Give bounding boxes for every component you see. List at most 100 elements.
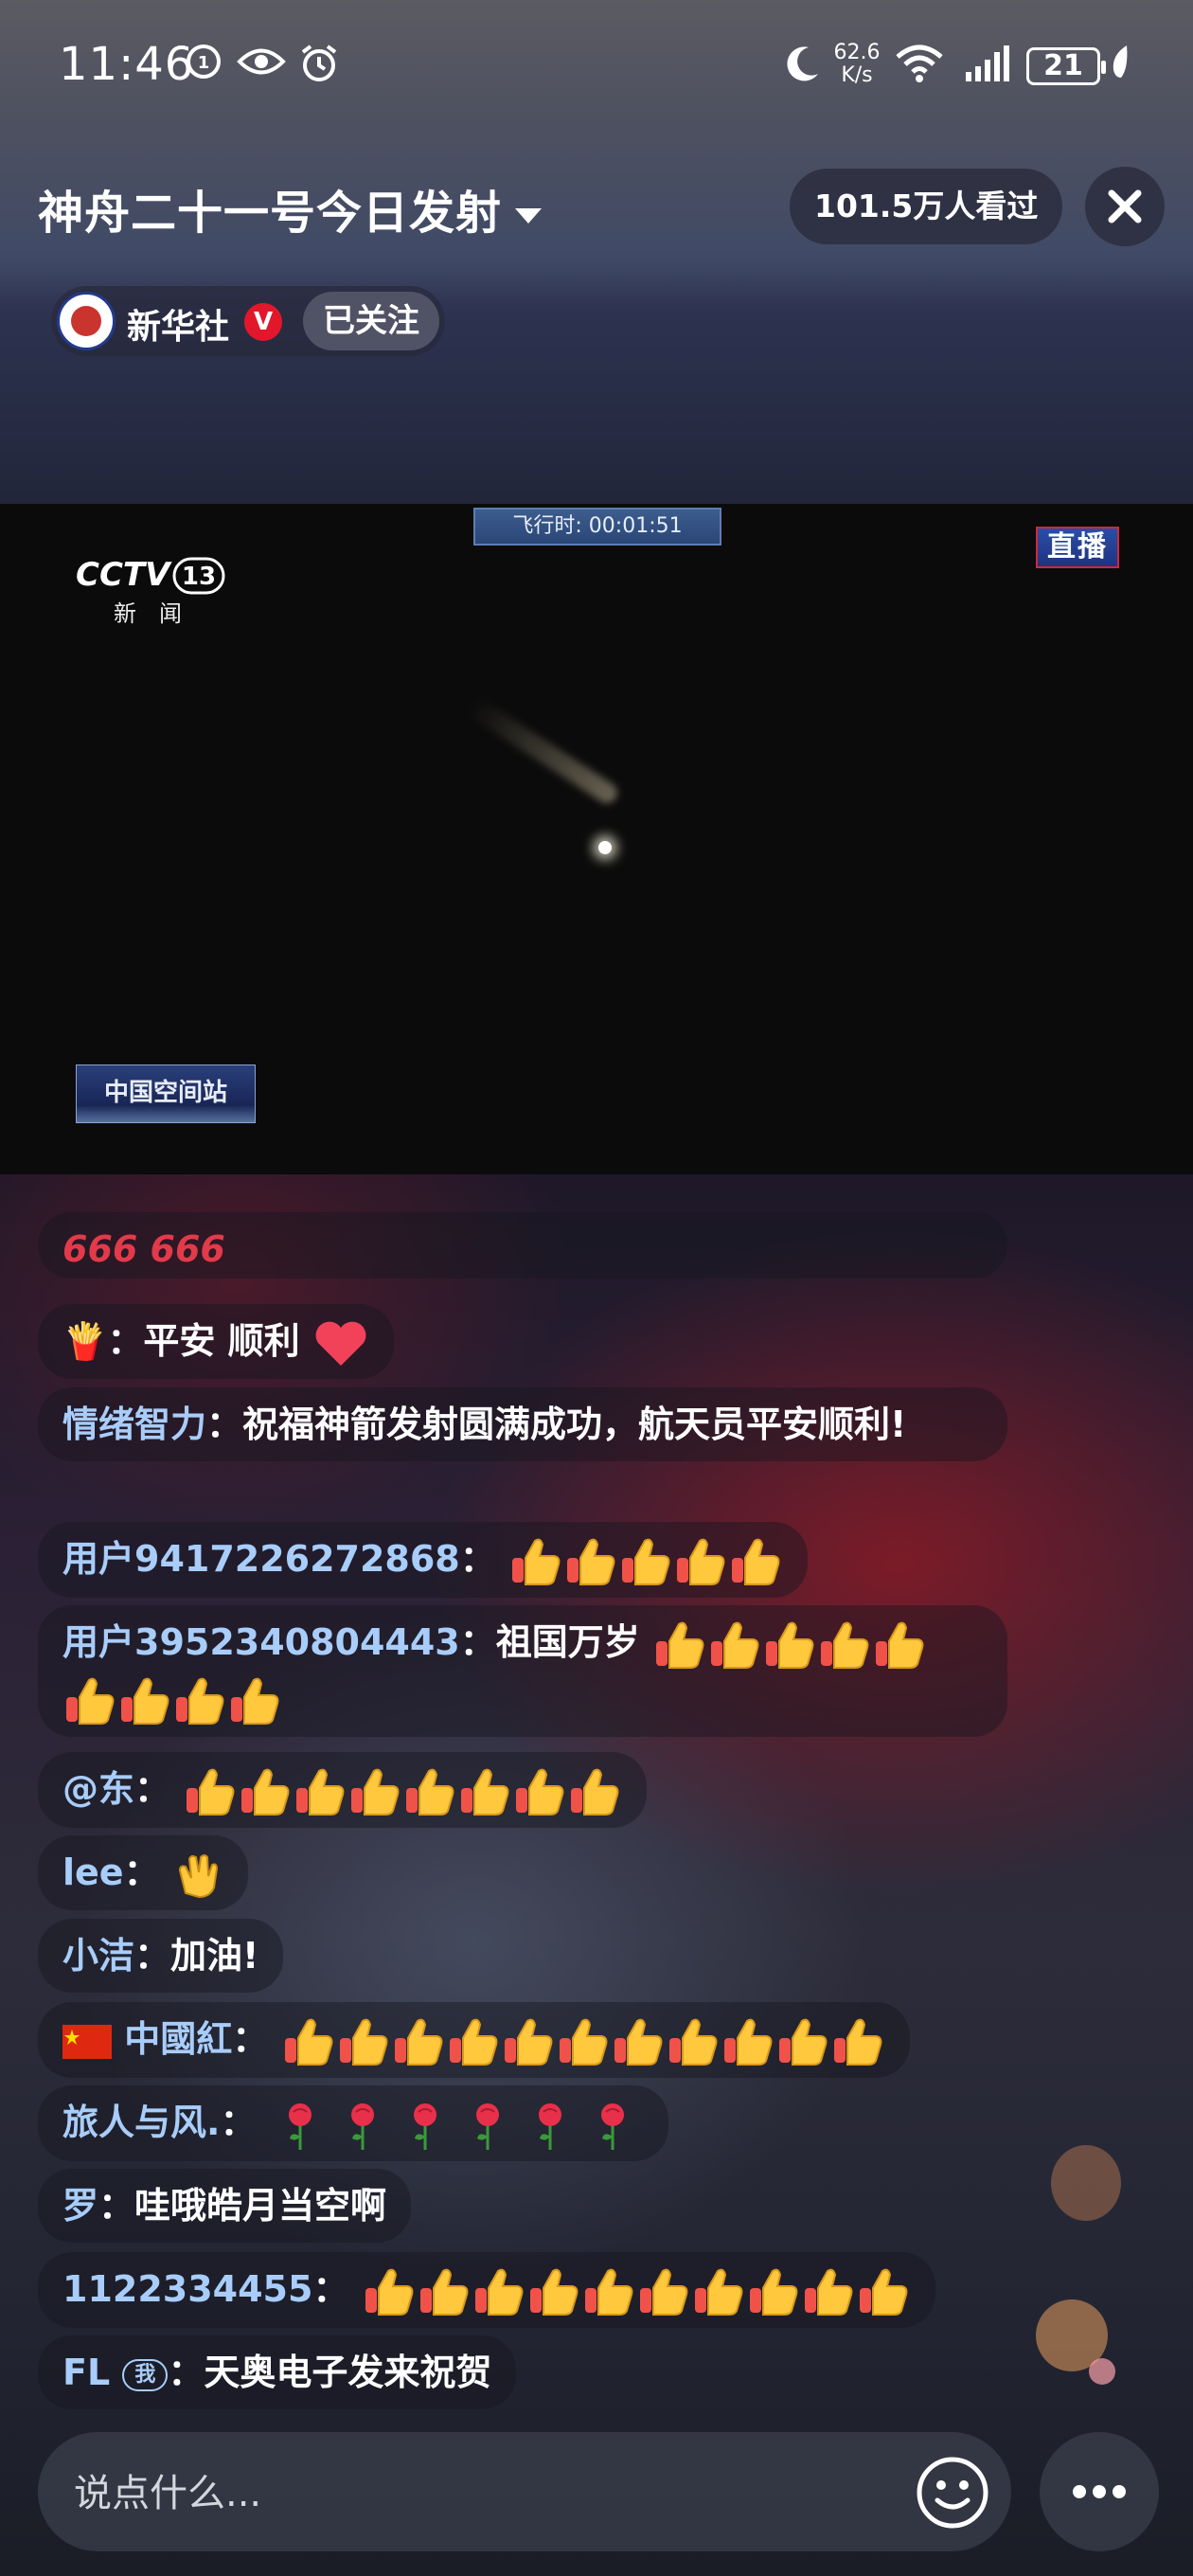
thumbs-up-icon xyxy=(614,2018,662,2066)
rocket-trail xyxy=(467,696,621,808)
channel-name[interactable]: 新华社 xyxy=(127,299,229,349)
leaf-icon xyxy=(1113,45,1128,78)
thumbs-up-icon xyxy=(731,1538,780,1585)
live-video-player[interactable]: 飞行时: 00:01:51 直播 CCTV 13 新闻 中国空间站 xyxy=(0,504,1193,1174)
thumbs-up-icon xyxy=(474,2268,524,2316)
heart-icon xyxy=(315,1321,366,1366)
chat-message: 旅人与风.： xyxy=(38,2085,668,2161)
rose-icon xyxy=(538,2102,561,2150)
comment-input[interactable]: 说点什么... xyxy=(74,2462,261,2517)
chat-username[interactable]: 罗 xyxy=(62,2185,98,2227)
thumbs-up-emoji-group xyxy=(508,1538,783,1585)
emoji-smile-icon[interactable] xyxy=(915,2455,990,2531)
chat-text: 666 666 xyxy=(62,1228,225,1270)
thumbs-up-icon xyxy=(121,1677,169,1725)
notification-badge-icon: 1 xyxy=(187,45,221,79)
rose-icon xyxy=(600,2102,624,2150)
rose-icon xyxy=(413,2102,436,2150)
chat-username[interactable]: 1122334455 xyxy=(62,2268,312,2310)
status-bar: 11:46 1 62.6 K/s 21 xyxy=(0,0,1193,133)
chat-message: lee： xyxy=(38,1835,248,1910)
net-speed-value: 62.6 xyxy=(833,41,881,64)
cctv-subtitle: 新闻 xyxy=(114,600,205,627)
thumbs-up-icon xyxy=(676,1538,725,1585)
net-speed: 62.6 K/s xyxy=(833,42,881,87)
chat-message: 小洁：加油! xyxy=(38,1919,284,1993)
thumbs-up-icon xyxy=(749,2268,798,2316)
chat-username[interactable]: 中國紅 xyxy=(124,2018,232,2060)
thumbs-up-icon xyxy=(231,1677,279,1725)
floating-like-bubble xyxy=(1089,2358,1115,2385)
chat-message: 中國紅： xyxy=(38,2002,910,2078)
thumbs-up-icon xyxy=(365,2268,414,2316)
comment-input-bar[interactable]: 说点什么... xyxy=(38,2432,1011,2551)
battery-indicator: 21 xyxy=(1026,47,1106,85)
thumbs-up-emoji-group xyxy=(62,1677,282,1725)
chat-message: 🍟：平安 顺利 xyxy=(38,1304,394,1379)
dropdown-caret-icon xyxy=(515,208,543,224)
thumbs-up-icon xyxy=(821,1621,869,1669)
chat-username[interactable]: 用户9417226272868 xyxy=(62,1538,460,1580)
chat-message: 666 666 xyxy=(38,1212,1007,1279)
thumbs-up-icon xyxy=(639,2268,688,2316)
cctv-channel-number: 13 xyxy=(182,563,216,591)
chat-message: 1122334455： xyxy=(38,2252,935,2328)
thumbs-up-emoji-group xyxy=(183,1768,622,1816)
thumbs-up-icon xyxy=(876,1621,924,1669)
chat-username[interactable]: 情绪智力 xyxy=(62,1404,206,1445)
channel-avatar[interactable] xyxy=(57,292,116,350)
chat-message: 罗：哇哦皓月当空啊 xyxy=(38,2169,412,2243)
chat-text: 平安 顺利 xyxy=(143,1320,300,1362)
wifi-icon xyxy=(896,45,943,82)
chat-username[interactable]: FL xyxy=(62,2352,110,2393)
thumbs-up-icon xyxy=(187,1768,235,1816)
chat-username[interactable]: 小洁 xyxy=(62,1935,134,1977)
thumbs-up-icon xyxy=(571,1768,619,1816)
chat-text: 哇哦皓月当空啊 xyxy=(134,2185,387,2227)
clapping-hands-icon xyxy=(178,1853,218,1898)
thumbs-up-emoji-group xyxy=(652,1621,927,1669)
thumbs-up-icon xyxy=(584,2268,633,2316)
chat-message: @东： xyxy=(38,1752,648,1828)
net-speed-unit: K/s xyxy=(841,63,873,87)
eye-icon xyxy=(237,48,286,75)
thumbs-up-icon xyxy=(461,1768,509,1816)
chat-text: 祝福神箭发射圆满成功，航天员平安顺利! xyxy=(242,1404,907,1445)
close-button[interactable] xyxy=(1085,167,1165,246)
flight-time-overlay: 飞行时: 00:01:51 xyxy=(473,508,721,546)
thumbs-up-icon xyxy=(778,2018,827,2066)
thumbs-up-icon xyxy=(406,1768,454,1816)
chat-username[interactable]: 🍟 xyxy=(62,1320,107,1362)
chat-username[interactable]: @东 xyxy=(62,1768,134,1810)
thumbs-up-icon xyxy=(656,1621,704,1669)
stream-title-text: 神舟二十一号今日发射 xyxy=(38,187,503,240)
rose-icon xyxy=(350,2102,374,2150)
chat-username[interactable]: 用户3952340804443 xyxy=(62,1621,460,1663)
signal-icon xyxy=(966,45,1009,81)
follow-button[interactable]: 已关注 xyxy=(303,292,439,350)
chat-message: 用户3952340804443：祖国万岁 xyxy=(38,1605,1007,1737)
viewer-count[interactable]: 101.5万人看过 xyxy=(790,169,1063,244)
rose-icon xyxy=(475,2102,499,2150)
chat-username[interactable]: lee xyxy=(62,1852,124,1893)
thumbs-up-icon xyxy=(559,2018,607,2066)
thumbs-up-icon xyxy=(516,1768,564,1816)
more-options-button[interactable] xyxy=(1040,2432,1159,2551)
thumbs-up-icon xyxy=(723,2018,772,2066)
thumbs-up-icon xyxy=(296,1768,345,1816)
more-dots-icon xyxy=(1073,2485,1126,2498)
chat-message: 情绪智力：祝福神箭发射圆满成功，航天员平安顺利! xyxy=(38,1387,1007,1461)
thumbs-up-icon xyxy=(284,2018,332,2066)
self-badge: 我 xyxy=(122,2358,169,2391)
thumbs-up-icon xyxy=(449,2018,497,2066)
cctv-logo: CCTV 13 xyxy=(76,556,225,595)
china-flag-icon xyxy=(62,2024,112,2059)
chat-username[interactable]: 旅人与风. xyxy=(62,2102,220,2143)
rose-emoji-group xyxy=(269,2102,644,2150)
close-icon xyxy=(1108,189,1142,224)
moon-icon xyxy=(787,46,818,81)
thumbs-up-icon xyxy=(859,2268,908,2316)
stream-title[interactable]: 神舟二十一号今日发射 xyxy=(38,175,543,242)
chat-text: 加油! xyxy=(170,1935,259,1977)
thumbs-up-emoji-group xyxy=(281,2018,885,2066)
